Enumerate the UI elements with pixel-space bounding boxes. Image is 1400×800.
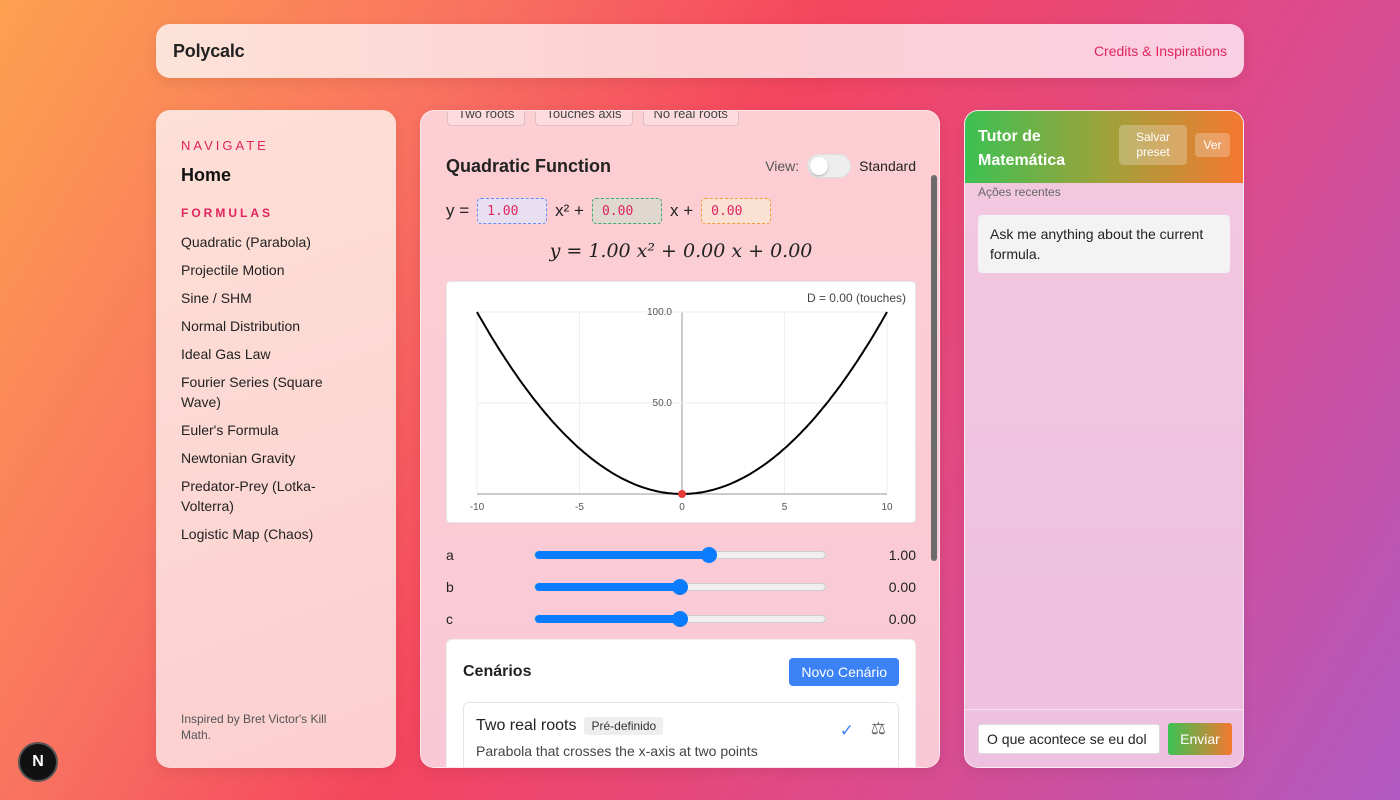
slider-b[interactable] bbox=[534, 579, 826, 595]
formulas-heading: FORMULAS bbox=[181, 206, 273, 220]
send-button[interactable]: Enviar bbox=[1168, 722, 1232, 755]
slider-a[interactable] bbox=[534, 547, 826, 563]
app-header: Polycalc Credits & Inspirations bbox=[156, 24, 1244, 78]
check-icon[interactable]: ✓ bbox=[840, 721, 854, 741]
inspired-note: Inspired by Bret Victor's Kill Math. bbox=[181, 712, 327, 742]
slider-label-c: c bbox=[446, 611, 453, 627]
sidebar-item-euler[interactable]: Euler's Formula bbox=[181, 420, 341, 440]
save-preset-button[interactable]: Salvar preset bbox=[1119, 125, 1187, 165]
slider-row-c: c 0.00 bbox=[446, 603, 916, 635]
slider-value-b: 0.00 bbox=[888, 579, 916, 595]
slider-row-b: b 0.00 bbox=[446, 571, 916, 603]
coefficient-sliders: a 1.00 b 0.00 c 0.00 bbox=[446, 539, 916, 635]
tutor-message: Ask me anything about the current formul… bbox=[978, 215, 1230, 273]
scenario-quick-tabs: Two roots Touches axis No real roots bbox=[447, 111, 739, 126]
parabola-chart[interactable]: D = 0.00 (touches) -10 -5 0 5 10 50.0 100.0 bbox=[446, 281, 916, 523]
slider-value-c: 0.00 bbox=[888, 611, 916, 627]
x-term: x + bbox=[669, 201, 694, 220]
sidebar-item-gravity[interactable]: Newtonian Gravity bbox=[181, 448, 341, 468]
view-label: View: bbox=[765, 158, 800, 174]
sidebar-item-predator-prey[interactable]: Predator-Prey (Lotka-Volterra) bbox=[181, 476, 341, 516]
brand-logo[interactable]: Polycalc bbox=[173, 41, 245, 62]
view-button[interactable]: Ver bbox=[1195, 133, 1230, 157]
scenarios-panel: Cenários Novo Cenário Two real roots Pré… bbox=[446, 639, 916, 767]
chat-input[interactable] bbox=[978, 723, 1160, 754]
sidebar-item-fourier[interactable]: Fourier Series (Square Wave) bbox=[181, 372, 341, 412]
view-switch: View: Standard bbox=[765, 154, 916, 178]
x-tick-label: -10 bbox=[470, 502, 485, 513]
tutor-header: Tutor de Matemática Salvar preset Ver bbox=[965, 111, 1243, 183]
recent-actions-label[interactable]: Ações recentes bbox=[965, 183, 1243, 201]
slider-value-a: 1.00 bbox=[888, 547, 916, 563]
rendered-equation-text: y = 1.00 x² + 0.00 x + 0.00 bbox=[549, 240, 813, 262]
scenarios-title: Cenários bbox=[463, 663, 532, 680]
preset-tag: Pré-definido bbox=[584, 717, 664, 735]
slider-thumb-a[interactable] bbox=[701, 547, 717, 563]
slider-c[interactable] bbox=[534, 611, 826, 627]
x-squared-term: x² + bbox=[555, 201, 584, 220]
rendered-equation: y = 1.00 x² + 0.00 x + 0.00 bbox=[421, 240, 939, 262]
scenario-description: Parabola that crosses the x-axis at two … bbox=[476, 743, 758, 759]
sidebar-item-logistic[interactable]: Logistic Map (Chaos) bbox=[181, 524, 341, 544]
scenario-title: Two real roots bbox=[476, 717, 577, 734]
sidebar-item-home[interactable]: Home bbox=[181, 165, 371, 186]
tutor-title: Tutor de Matemática bbox=[978, 128, 1066, 169]
x-tick-label: 0 bbox=[679, 502, 685, 513]
formula-header: Quadratic Function View: Standard bbox=[446, 154, 916, 178]
parabola-plot: -10 -5 0 5 10 50.0 100.0 bbox=[470, 307, 893, 513]
slider-thumb-c[interactable] bbox=[672, 611, 688, 627]
coefficient-a-input[interactable]: 1.00 bbox=[477, 198, 548, 224]
chat-input-row: Enviar bbox=[965, 709, 1243, 767]
y-tick-label: 100.0 bbox=[647, 307, 672, 318]
next-logo-icon[interactable]: N bbox=[18, 742, 58, 782]
slider-label-b: b bbox=[446, 579, 454, 595]
slider-label-a: a bbox=[446, 547, 454, 563]
coefficient-b-input[interactable]: 0.00 bbox=[591, 198, 662, 224]
scenario-card[interactable]: Two real roots Pré-definido Parabola tha… bbox=[463, 702, 899, 767]
x-tick-label: 10 bbox=[881, 502, 893, 513]
sidebar-item-normal[interactable]: Normal Distribution bbox=[181, 316, 341, 336]
formula-title: Quadratic Function bbox=[446, 155, 612, 176]
tutor-panel: Tutor de Matemática Salvar preset Ver Aç… bbox=[964, 110, 1244, 768]
view-toggle[interactable] bbox=[807, 154, 852, 178]
view-mode-label: Standard bbox=[859, 158, 916, 174]
sidebar-item-quadratic[interactable]: Quadratic (Parabola) bbox=[181, 232, 341, 252]
navigate-heading: NAVIGATE bbox=[181, 138, 269, 153]
slider-thumb-b[interactable] bbox=[672, 579, 688, 595]
slider-row-a: a 1.00 bbox=[446, 539, 916, 571]
sidebar-item-projectile[interactable]: Projectile Motion bbox=[181, 260, 341, 280]
discriminant-label: D = 0.00 (touches) bbox=[806, 291, 906, 305]
x-tick-label: 5 bbox=[782, 502, 788, 513]
x-tick-label: -5 bbox=[575, 502, 584, 513]
equation-editor: y = 1.00 x² + 0.00 x + 0.00 bbox=[446, 198, 772, 224]
new-scenario-button[interactable]: Novo Cenário bbox=[789, 658, 899, 686]
tab-touches-axis[interactable]: Touches axis bbox=[535, 111, 633, 126]
sidebar-item-sine[interactable]: Sine / SHM bbox=[181, 288, 341, 308]
equation-prefix: y = bbox=[446, 201, 470, 220]
credits-link[interactable]: Credits & Inspirations bbox=[1094, 43, 1227, 59]
vertex-point bbox=[678, 490, 686, 498]
y-tick-label: 50.0 bbox=[653, 398, 673, 409]
sidebar: NAVIGATE Home FORMULAS Quadratic (Parabo… bbox=[156, 110, 396, 768]
panel-scrollbar[interactable] bbox=[931, 175, 937, 561]
sidebar-item-ideal-gas[interactable]: Ideal Gas Law bbox=[181, 344, 341, 364]
formula-panel: Two roots Touches axis No real roots Qua… bbox=[420, 110, 940, 768]
tab-two-roots[interactable]: Two roots bbox=[447, 111, 526, 126]
compare-scale-icon[interactable]: ⚖ bbox=[871, 719, 886, 739]
tab-no-real-roots[interactable]: No real roots bbox=[642, 111, 739, 126]
coefficient-c-input[interactable]: 0.00 bbox=[701, 198, 772, 224]
